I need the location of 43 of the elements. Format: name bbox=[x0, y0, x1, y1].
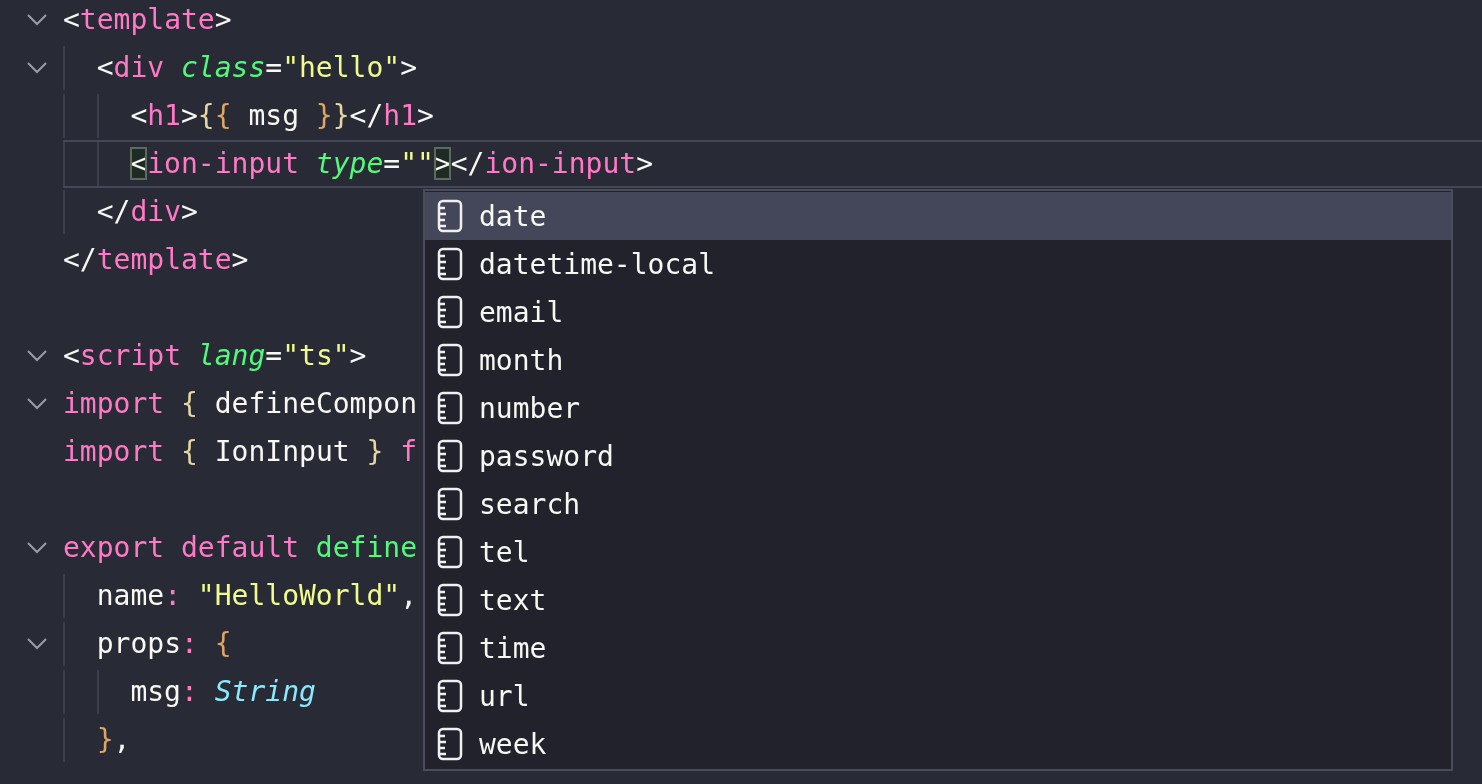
document-icon bbox=[437, 583, 463, 617]
code-line: }, bbox=[96, 722, 131, 758]
suggestion-item[interactable]: week bbox=[425, 720, 1451, 768]
document-icon bbox=[437, 391, 463, 425]
suggestion-item[interactable]: datetime-local bbox=[425, 240, 1451, 288]
suggestion-item[interactable]: search bbox=[425, 480, 1451, 528]
code-line: import { IonInput } f bbox=[63, 434, 418, 470]
chevron-down-icon[interactable] bbox=[26, 541, 48, 555]
suggestion-item[interactable]: url bbox=[425, 672, 1451, 720]
code-line: name: "HelloWorld", bbox=[96, 578, 417, 614]
suggestion-item[interactable]: email bbox=[425, 288, 1451, 336]
document-icon bbox=[437, 295, 463, 329]
code-line: </div> bbox=[96, 194, 198, 230]
code-line: <div class="hello"> bbox=[96, 50, 418, 86]
suggestion-item[interactable]: time bbox=[425, 624, 1451, 672]
document-icon bbox=[437, 727, 463, 761]
code-line: <template> bbox=[63, 2, 232, 38]
suggestion-item[interactable]: number bbox=[425, 384, 1451, 432]
document-icon bbox=[437, 247, 463, 281]
code-line: export default define bbox=[63, 530, 418, 566]
code-line: import { defineCompon bbox=[63, 386, 418, 422]
suggestion-item[interactable]: date bbox=[425, 192, 1451, 240]
code-line: props: { bbox=[96, 626, 232, 662]
code-line: <h1>{{ msg }}</h1> bbox=[130, 98, 434, 134]
document-icon bbox=[437, 343, 463, 377]
code-line: <script lang="ts"> bbox=[63, 338, 367, 374]
document-icon bbox=[437, 679, 463, 713]
code-line: msg: String bbox=[130, 674, 316, 710]
chevron-down-icon[interactable] bbox=[26, 397, 48, 411]
chevron-down-icon[interactable] bbox=[26, 13, 48, 27]
suggestion-item[interactable]: month bbox=[425, 336, 1451, 384]
suggestion-item[interactable]: password bbox=[425, 432, 1451, 480]
code-line: </template> bbox=[63, 242, 249, 278]
suggestion-item[interactable]: text bbox=[425, 576, 1451, 624]
document-icon bbox=[437, 487, 463, 521]
document-icon bbox=[437, 631, 463, 665]
document-icon bbox=[437, 439, 463, 473]
document-icon bbox=[437, 199, 463, 233]
chevron-down-icon[interactable] bbox=[26, 349, 48, 363]
chevron-down-icon[interactable] bbox=[26, 637, 48, 651]
chevron-down-icon[interactable] bbox=[26, 61, 48, 75]
document-icon bbox=[437, 535, 463, 569]
suggestion-item[interactable]: tel bbox=[425, 528, 1451, 576]
